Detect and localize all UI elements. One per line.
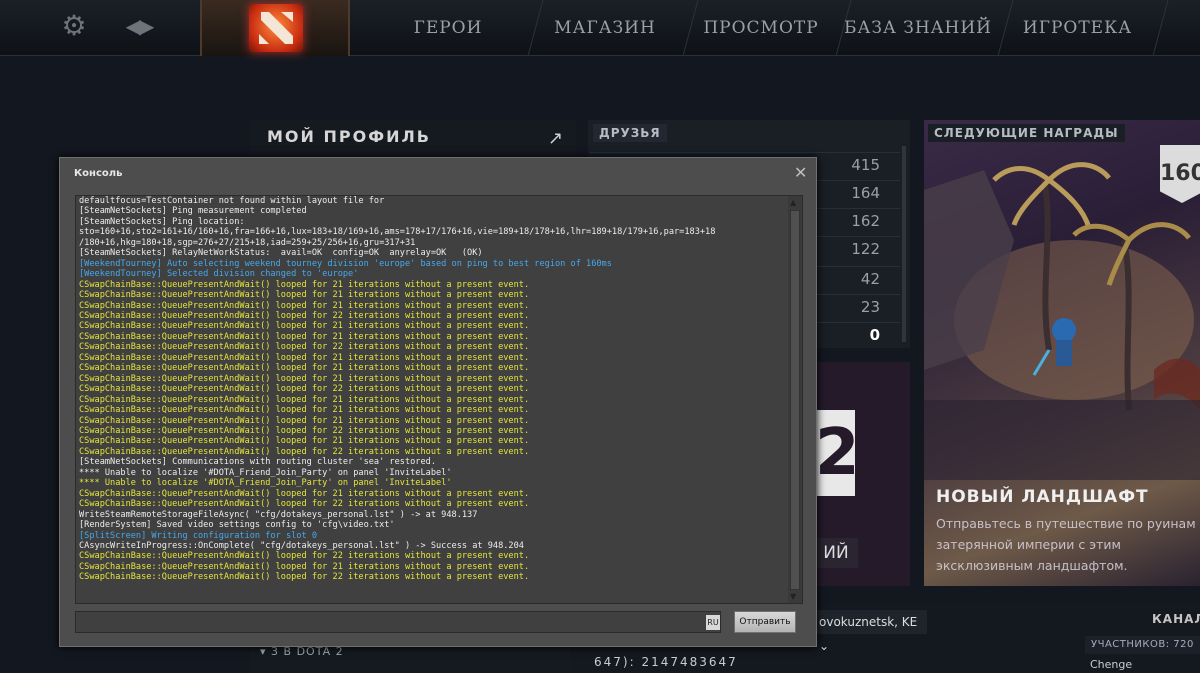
friend-count: 23 [860,298,880,316]
log-line: [SteamNetSockets] Ping location: [79,216,245,227]
open-profile-arrow-icon[interactable]: ↗ [548,128,563,149]
rewards-label: СЛЕДУЮЩИЕ НАГРАДЫ [928,124,1125,142]
back-forward-arrows-icon[interactable]: ◀▶ [118,10,160,42]
reward-level-badge: 160 [1160,145,1200,203]
log-line: sto=160+16,sto2=161+16/160+16,fra=166+16… [79,227,716,238]
log-line: CSwapChainBase::QueuePresentAndWait() lo… [79,436,530,447]
reward-title: НОВЫЙ ЛАНДШАФТ [936,487,1149,507]
log-line: [WeekendTourney] Auto selecting weekend … [79,258,612,269]
log-line: CSwapChainBase::QueuePresentAndWait() lo… [79,499,530,510]
region-select[interactable]: ovokuznetsk, KE ⌄ [815,610,927,653]
log-line: [SteamNetSockets] Ping measurement compl… [79,206,307,217]
friend-count: 164 [851,184,880,202]
friend-count: 415 [851,156,880,174]
log-line: CSwapChainBase::QueuePresentAndWait() lo… [79,446,530,457]
log-line: **** Unable to localize '#DOTA_Friend_Jo… [79,467,452,478]
console-command-input[interactable] [75,611,721,633]
friends-label: ДРУЗЬЯ [593,124,667,142]
log-line: [SteamNetSockets] RelayNetWorkStatus: av… [79,248,483,259]
language-indicator: RU [706,615,720,630]
log-line: CSwapChainBase::QueuePresentAndWait() lo… [79,352,530,363]
send-button[interactable]: Отправить [734,611,796,633]
event-big-number: 2 [815,410,860,496]
log-line: [SplitScreen] Writing configuration for … [79,530,317,541]
log-line: CSwapChainBase::QueuePresentAndWait() lo… [79,331,530,342]
nav-separator [1152,0,1169,56]
log-line: CSwapChainBase::QueuePresentAndWait() lo… [79,551,530,562]
tab-store[interactable]: МАГАЗИН [535,0,675,56]
scroll-up-icon[interactable]: ▲ [790,198,796,207]
log-line: [RenderSystem] Saved video settings conf… [79,520,395,531]
log-line: CSwapChainBase::QueuePresentAndWait() lo… [79,321,530,332]
top-nav-bar: ⚙ ◀▶ ГЕРОИ МАГАЗИН ПРОСМОТР БАЗА ЗНАНИЙ … [0,0,1200,56]
friends-scrollbar[interactable] [902,146,906,342]
reward-description: Отправьтесь в путешествие по руинам зате… [936,516,1196,573]
friend-count: 162 [851,212,880,230]
console-window: Консоль ✕ defaultfocus=TestContainer not… [59,157,817,647]
tab-learn[interactable]: БАЗА ЗНАНИЙ [843,0,993,56]
region-select-value: ovokuznetsk, KE [819,615,918,629]
scroll-down-icon[interactable]: ▼ [790,592,796,601]
close-icon[interactable]: ✕ [794,164,807,182]
log-line: CSwapChainBase::QueuePresentAndWait() lo… [79,415,530,426]
log-line: CSwapChainBase::QueuePresentAndWait() lo… [79,561,530,572]
log-line: CSwapChainBase::QueuePresentAndWait() lo… [79,363,530,374]
log-line: CSwapChainBase::QueuePresentAndWait() lo… [79,290,530,301]
log-line: CSwapChainBase::QueuePresentAndWait() lo… [79,488,530,499]
log-scrollbar[interactable]: ▲ ▼ [788,196,802,603]
console-log[interactable]: defaultfocus=TestContainer not found wit… [75,195,803,604]
log-line: CSwapChainBase::QueuePresentAndWait() lo… [79,425,530,436]
friend-count: 0 [869,326,880,344]
friend-count: 42 [860,270,880,288]
dota-logo-icon[interactable] [249,4,303,52]
log-line: CSwapChainBase::QueuePresentAndWait() lo… [79,310,530,321]
log-line: CSwapChainBase::QueuePresentAndWait() lo… [79,373,530,384]
log-line: CAsyncWriteInProgress::OnComplete( "cfg/… [79,540,524,551]
log-line: /180+16,hkg=180+18,sgp=276+27/215+18,iad… [79,237,416,248]
channels-label: КАНАЛЬ [1152,612,1200,626]
log-line: CSwapChainBase::QueuePresentAndWait() lo… [79,394,530,405]
log-line: [WeekendTourney] Selected division chang… [79,269,359,280]
log-line: CSwapChainBase::QueuePresentAndWait() lo… [79,279,530,290]
log-lines: defaultfocus=TestContainer not found wit… [79,196,787,583]
log-line: CSwapChainBase::QueuePresentAndWait() lo… [79,342,530,353]
scrollbar-thumb[interactable] [790,210,800,590]
tab-arcade[interactable]: ИГРОТЕКА [1005,0,1150,56]
friend-count: 122 [851,240,880,258]
log-line: defaultfocus=TestContainer not found wit… [79,196,385,206]
tab-watch[interactable]: ПРОСМОТР [690,0,832,56]
event-button[interactable]: ИЙ [814,538,858,568]
lobby-id-text: 647): 2147483647 [594,655,738,669]
terrain-preview-image [924,150,1200,480]
settings-gear-icon[interactable]: ⚙ [58,10,90,42]
console-title: Консоль [74,168,123,179]
log-line: CSwapChainBase::QueuePresentAndWait() lo… [79,384,530,395]
log-line: **** Unable to localize '#DOTA_Friend_Jo… [79,478,452,489]
tab-heroes[interactable]: ГЕРОИ [378,0,518,56]
members-count: УЧАСТНИКОВ: 720 [1085,636,1200,654]
log-line: CSwapChainBase::QueuePresentAndWait() lo… [79,572,530,583]
log-line: [SteamNetSockets] Communications with ro… [79,457,436,468]
member-list-item[interactable]: Chenge [1090,658,1132,671]
log-line: WriteSteamRemoteStorageFileAsync( "cfg/d… [79,509,478,520]
log-line: CSwapChainBase::QueuePresentAndWait() lo… [79,300,530,311]
profile-title[interactable]: МОЙ ПРОФИЛЬ [267,127,431,146]
chevron-down-icon: ⌄ [819,639,830,653]
log-line: CSwapChainBase::QueuePresentAndWait() lo… [79,405,530,416]
